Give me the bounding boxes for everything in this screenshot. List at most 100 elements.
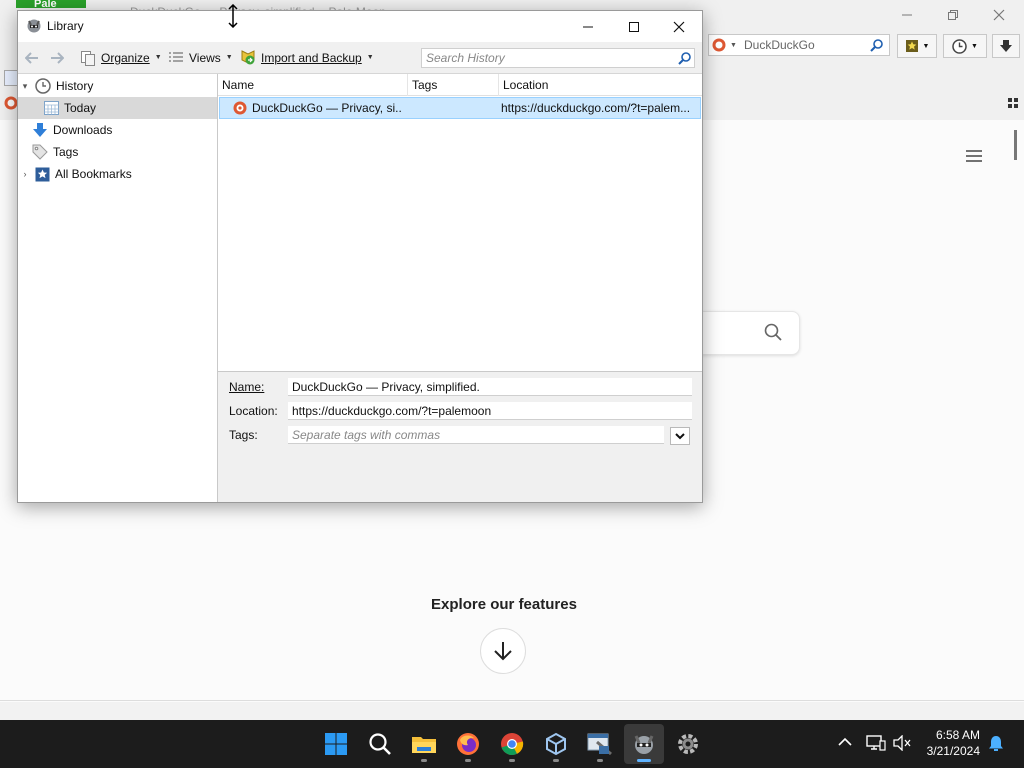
volume-muted-icon[interactable] <box>893 735 911 751</box>
expand-down-icon[interactable]: ▾ <box>20 81 30 92</box>
views-label: Views <box>189 50 221 65</box>
tree-item-label: Today <box>64 101 97 115</box>
minimize-icon <box>583 26 593 27</box>
restore-icon <box>948 10 958 20</box>
chevron-down-icon <box>675 432 685 439</box>
duckduckgo-engine-icon[interactable] <box>712 38 726 52</box>
clock-time: 6:58 AM <box>935 728 980 742</box>
table-row[interactable]: DuckDuckGo — Privacy, si... https://duck… <box>219 97 701 119</box>
palemoon-menu-button[interactable]: Pale Moon ▾ <box>16 0 86 8</box>
import-backup-menu-button[interactable]: Import and Backup ▼ <box>239 42 374 73</box>
taskbar-settings[interactable] <box>668 724 708 764</box>
tags-field[interactable]: Separate tags with commas <box>288 426 664 444</box>
palemoon-icon <box>26 17 42 33</box>
tree-item-tags[interactable]: Tags <box>18 141 217 163</box>
chevron-down-icon: ▼ <box>225 54 233 61</box>
search-icon[interactable] <box>678 51 692 65</box>
show-hidden-icons-button[interactable] <box>838 737 852 747</box>
start-button[interactable] <box>316 724 356 764</box>
taskbar-palemoon[interactable] <box>624 724 664 764</box>
settings-icon <box>678 734 698 754</box>
tree-item-today[interactable]: Today <box>18 97 217 119</box>
running-indicator <box>509 759 515 762</box>
browser-search-engine-text: DuckDuckGo <box>744 38 815 52</box>
row-tags <box>412 98 497 118</box>
back-button[interactable] <box>25 42 39 73</box>
back-arrow-icon <box>25 51 38 64</box>
history-list: Name Tags Location DuckDuckGo — Privacy,… <box>218 74 702 371</box>
library-close-button[interactable] <box>656 11 702 42</box>
history-menu-button[interactable]: ▼ <box>943 34 987 58</box>
close-icon <box>993 9 1005 21</box>
taskbar-clock[interactable]: 6:58 AM 3/21/2024 <box>916 727 980 759</box>
tree-item-label: Tags <box>53 145 79 159</box>
tag-icon <box>32 144 48 160</box>
views-menu-button[interactable]: Views ▼ <box>168 42 233 73</box>
tree-item-label: History <box>56 79 94 93</box>
taskbar-virtualbox[interactable] <box>536 724 576 764</box>
chrome-icon <box>501 733 524 755</box>
taskbar-search-button[interactable] <box>360 724 400 764</box>
network-icon[interactable] <box>866 735 886 751</box>
tab-favicon-icon[interactable] <box>4 96 18 110</box>
row-name: DuckDuckGo — Privacy, si... <box>252 101 402 115</box>
taskbar-chrome[interactable] <box>492 724 532 764</box>
details-pane: Name: DuckDuckGo — Privacy, simplified. … <box>218 371 702 502</box>
taskbar-tool-app[interactable] <box>580 724 620 764</box>
forward-button[interactable] <box>50 42 64 73</box>
bookmark-star-icon <box>905 40 918 52</box>
search-icon <box>369 733 391 755</box>
column-header-tags[interactable]: Tags <box>408 74 499 96</box>
column-header-row: Name Tags Location <box>218 74 702 96</box>
download-arrow-icon <box>33 123 47 137</box>
downloads-button[interactable] <box>992 34 1020 58</box>
download-arrow-icon <box>1000 40 1012 52</box>
close-icon <box>673 21 685 32</box>
search-go-icon[interactable] <box>870 38 884 52</box>
hamburger-menu-icon[interactable] <box>966 149 982 163</box>
row-location: https://duckduckgo.com/?t=palem... <box>501 101 691 115</box>
tree-item-history[interactable]: ▾ History <box>18 75 217 97</box>
taskbar-file-explorer[interactable] <box>404 724 444 764</box>
tree-item-all-bookmarks[interactable]: › All Bookmarks <box>18 163 217 185</box>
clock-icon <box>952 38 967 54</box>
scroll-down-button[interactable] <box>480 628 526 674</box>
import-backup-label: Import and Backup <box>261 50 362 65</box>
tree-item-downloads[interactable]: Downloads <box>18 119 217 141</box>
notification-bell-icon[interactable] <box>988 735 1004 752</box>
tree-item-label: Downloads <box>53 123 113 137</box>
maximize-icon <box>629 21 639 32</box>
library-tree: ▾ History Today Downloads Tags › All Boo… <box>18 74 218 502</box>
file-explorer-icon <box>412 737 436 753</box>
page-scrollbar[interactable] <box>1014 130 1017 160</box>
taskbar-firefox[interactable] <box>448 724 488 764</box>
browser-minimize-button[interactable] <box>884 0 930 30</box>
location-field[interactable]: https://duckduckgo.com/?t=palemoon <box>288 402 692 420</box>
tags-dropdown-button[interactable] <box>670 427 690 445</box>
clock-date: 3/21/2024 <box>926 744 980 758</box>
name-field[interactable]: DuckDuckGo — Privacy, simplified. <box>288 378 692 396</box>
forward-arrow-icon <box>51 51 64 64</box>
browser-close-button[interactable] <box>976 0 1022 30</box>
column-header-name[interactable]: Name <box>218 74 408 96</box>
library-maximize-button[interactable] <box>611 11 657 42</box>
library-window: Library Organize ▼ Views ▼ Import and Ba… <box>17 10 703 503</box>
tags-label: Tags: <box>229 428 258 442</box>
search-history-placeholder: Search History <box>426 51 505 65</box>
bookmarks-menu-button[interactable]: ▼ <box>897 34 937 58</box>
library-minimize-button[interactable] <box>565 11 611 42</box>
running-indicator <box>421 759 427 762</box>
resize-cursor-icon <box>228 4 238 28</box>
browser-restore-button[interactable] <box>930 0 976 30</box>
organize-menu-button[interactable]: Organize ▼ <box>80 42 162 73</box>
grid-menu-icon[interactable] <box>1008 98 1018 108</box>
page-search-icon[interactable] <box>764 323 782 341</box>
column-header-location[interactable]: Location <box>499 74 702 96</box>
virtualbox-icon <box>546 732 566 756</box>
engine-dropdown-icon[interactable]: ▼ <box>730 42 737 49</box>
start-icon <box>325 733 347 755</box>
duckduckgo-favicon-icon <box>233 101 247 115</box>
views-list-icon <box>169 51 183 62</box>
expand-right-icon[interactable]: › <box>20 169 30 179</box>
calendar-icon <box>44 101 59 115</box>
